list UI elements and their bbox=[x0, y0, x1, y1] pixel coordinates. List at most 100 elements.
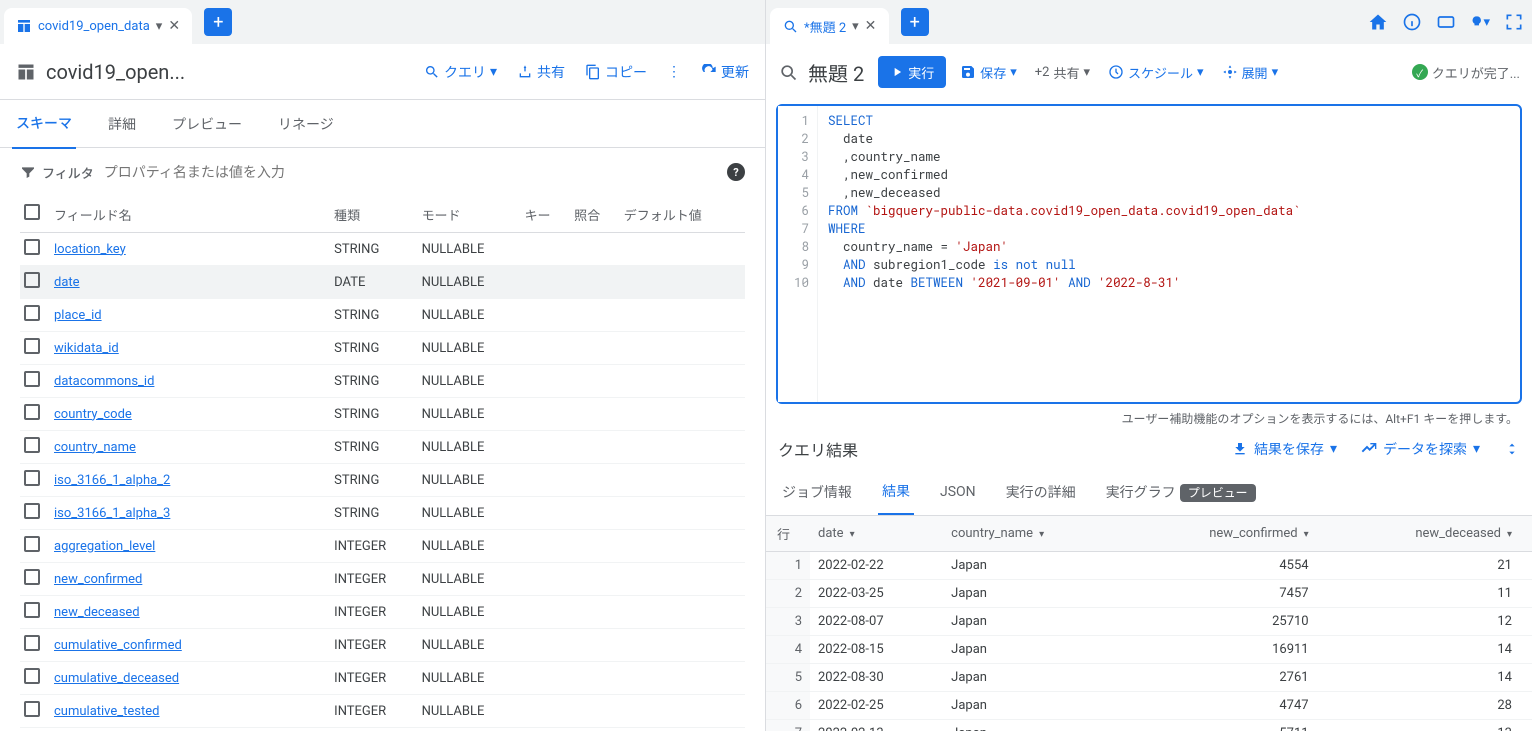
field-link[interactable]: cumulative_tested bbox=[54, 704, 160, 719]
tab-schema[interactable]: スキーマ bbox=[12, 99, 76, 149]
row-checkbox[interactable] bbox=[24, 404, 40, 420]
close-icon[interactable]: ✕ bbox=[865, 18, 881, 34]
table-row[interactable]: date DATE NULLABLE bbox=[20, 266, 745, 299]
more-button[interactable]: ⋮ bbox=[667, 64, 681, 80]
code-area[interactable]: SELECT date ,country_name ,new_confirmed… bbox=[818, 106, 1301, 402]
tab-query[interactable]: *無題 2 ▾ ✕ bbox=[770, 8, 889, 44]
dropdown-icon[interactable]: ▾ bbox=[852, 19, 859, 34]
tab-exec-graph[interactable]: 実行グラフプレビュー bbox=[1102, 470, 1260, 514]
results-grid[interactable]: 行 date country_name new_confirmed new_de… bbox=[766, 516, 1532, 731]
row-checkbox[interactable] bbox=[24, 371, 40, 387]
copy-button[interactable]: コピー bbox=[585, 62, 647, 82]
help-icon[interactable]: ? bbox=[727, 163, 745, 181]
tab-lineage[interactable]: リネージ bbox=[274, 100, 338, 148]
table-row[interactable]: wikidata_id STRING NULLABLE bbox=[20, 332, 745, 365]
filter-input[interactable] bbox=[104, 164, 717, 180]
field-link[interactable]: aggregation_level bbox=[54, 539, 155, 554]
schedule-button[interactable]: スケジール ▾ bbox=[1108, 63, 1204, 82]
tab-exec-details[interactable]: 実行の詳細 bbox=[1002, 470, 1080, 514]
row-checkbox[interactable] bbox=[24, 305, 40, 321]
save-button[interactable]: 保存 ▾ bbox=[960, 63, 1017, 82]
dropdown-icon[interactable]: ▾ bbox=[156, 19, 163, 34]
share-button[interactable]: 共有 bbox=[517, 62, 565, 82]
row-checkbox[interactable] bbox=[24, 338, 40, 354]
row-checkbox[interactable] bbox=[24, 569, 40, 585]
col-country[interactable]: country_name bbox=[943, 516, 1121, 552]
field-link[interactable]: wikidata_id bbox=[54, 341, 119, 356]
field-link[interactable]: new_confirmed bbox=[54, 572, 142, 587]
tab-details[interactable]: 詳細 bbox=[104, 100, 140, 148]
row-checkbox[interactable] bbox=[24, 668, 40, 684]
field-link[interactable]: cumulative_confirmed bbox=[54, 638, 182, 653]
table-row[interactable]: iso_3166_1_alpha_2 STRING NULLABLE bbox=[20, 464, 745, 497]
field-link[interactable]: new_deceased bbox=[54, 605, 140, 620]
table-row[interactable]: 5 2022-08-30 Japan 2761 14 bbox=[766, 664, 1532, 692]
add-tab-button[interactable]: + bbox=[204, 8, 232, 36]
field-link[interactable]: iso_3166_1_alpha_2 bbox=[54, 473, 170, 488]
cell-deceased: 13 bbox=[1329, 720, 1532, 731]
table-row[interactable]: aggregation_level INTEGER NULLABLE bbox=[20, 530, 745, 563]
table-row[interactable]: 6 2022-02-25 Japan 4747 28 bbox=[766, 692, 1532, 720]
field-link[interactable]: country_code bbox=[54, 407, 132, 422]
sql-editor[interactable]: 12345678910 SELECT date ,country_name ,n… bbox=[776, 104, 1522, 404]
tab-results[interactable]: 結果 bbox=[878, 469, 914, 515]
row-checkbox[interactable] bbox=[24, 536, 40, 552]
add-tab-button[interactable]: + bbox=[901, 8, 929, 36]
table-row[interactable]: 2 2022-03-25 Japan 7457 11 bbox=[766, 580, 1532, 608]
col-date[interactable]: date bbox=[810, 516, 943, 552]
table-row[interactable]: 3 2022-08-07 Japan 25710 12 bbox=[766, 608, 1532, 636]
tab-json[interactable]: JSON bbox=[936, 472, 980, 512]
field-link[interactable]: date bbox=[54, 275, 80, 290]
table-row[interactable]: cumulative_tested INTEGER NULLABLE bbox=[20, 695, 745, 728]
expand-results-icon[interactable] bbox=[1504, 441, 1520, 457]
explore-button[interactable]: データを探索 ▾ bbox=[1361, 439, 1480, 459]
field-link[interactable]: place_id bbox=[54, 308, 102, 323]
table-row[interactable]: new_persons_vaccinated INTEGER NULLABLE bbox=[20, 728, 745, 731]
table-row[interactable]: location_key STRING NULLABLE bbox=[20, 233, 745, 266]
table-row[interactable]: 4 2022-08-15 Japan 16911 14 bbox=[766, 636, 1532, 664]
expand-button[interactable]: 展開 ▾ bbox=[1222, 63, 1279, 82]
field-link[interactable]: datacommons_id bbox=[54, 374, 154, 389]
tab-preview[interactable]: プレビュー bbox=[168, 100, 246, 148]
share-button[interactable]: +2 共有 ▾ bbox=[1035, 63, 1090, 82]
table-row[interactable]: iso_3166_1_alpha_3 STRING NULLABLE bbox=[20, 497, 745, 530]
table-row[interactable]: country_code STRING NULLABLE bbox=[20, 398, 745, 431]
home-icon[interactable] bbox=[1368, 12, 1388, 32]
table-row[interactable]: country_name STRING NULLABLE bbox=[20, 431, 745, 464]
field-mode: NULLABLE bbox=[418, 464, 521, 497]
col-deceased[interactable]: new_deceased bbox=[1329, 516, 1532, 552]
field-link[interactable]: iso_3166_1_alpha_3 bbox=[54, 506, 170, 521]
save-results-button[interactable]: 結果を保存 ▾ bbox=[1232, 439, 1337, 459]
tab-table[interactable]: covid19_open_data ▾ ✕ bbox=[4, 8, 192, 44]
table-row[interactable]: datacommons_id STRING NULLABLE bbox=[20, 365, 745, 398]
query-button[interactable]: クエリ ▾ bbox=[424, 62, 497, 82]
row-checkbox[interactable] bbox=[24, 701, 40, 717]
refresh-button[interactable]: 更新 bbox=[701, 62, 749, 82]
col-confirmed[interactable]: new_confirmed bbox=[1121, 516, 1329, 552]
table-row[interactable]: new_deceased INTEGER NULLABLE bbox=[20, 596, 745, 629]
table-row[interactable]: 1 2022-02-22 Japan 4554 21 bbox=[766, 552, 1532, 580]
table-row[interactable]: cumulative_deceased INTEGER NULLABLE bbox=[20, 662, 745, 695]
select-all-checkbox[interactable] bbox=[24, 204, 40, 220]
field-link[interactable]: location_key bbox=[54, 242, 126, 257]
tab-job-info[interactable]: ジョブ情報 bbox=[778, 470, 856, 514]
run-button[interactable]: 実行 bbox=[878, 56, 946, 88]
row-checkbox[interactable] bbox=[24, 437, 40, 453]
close-icon[interactable]: ✕ bbox=[168, 18, 184, 34]
field-link[interactable]: cumulative_deceased bbox=[54, 671, 179, 686]
table-row[interactable]: cumulative_confirmed INTEGER NULLABLE bbox=[20, 629, 745, 662]
row-checkbox[interactable] bbox=[24, 470, 40, 486]
lightbulb-icon[interactable]: ▾ bbox=[1470, 12, 1490, 32]
row-checkbox[interactable] bbox=[24, 602, 40, 618]
fullscreen-icon[interactable] bbox=[1504, 12, 1524, 32]
keyboard-icon[interactable] bbox=[1436, 12, 1456, 32]
field-link[interactable]: country_name bbox=[54, 440, 136, 455]
row-checkbox[interactable] bbox=[24, 272, 40, 288]
row-checkbox[interactable] bbox=[24, 239, 40, 255]
info-icon[interactable] bbox=[1402, 12, 1422, 32]
table-row[interactable]: place_id STRING NULLABLE bbox=[20, 299, 745, 332]
row-checkbox[interactable] bbox=[24, 503, 40, 519]
table-row[interactable]: 7 2022-02-13 Japan 5711 13 bbox=[766, 720, 1532, 731]
row-checkbox[interactable] bbox=[24, 635, 40, 651]
table-row[interactable]: new_confirmed INTEGER NULLABLE bbox=[20, 563, 745, 596]
